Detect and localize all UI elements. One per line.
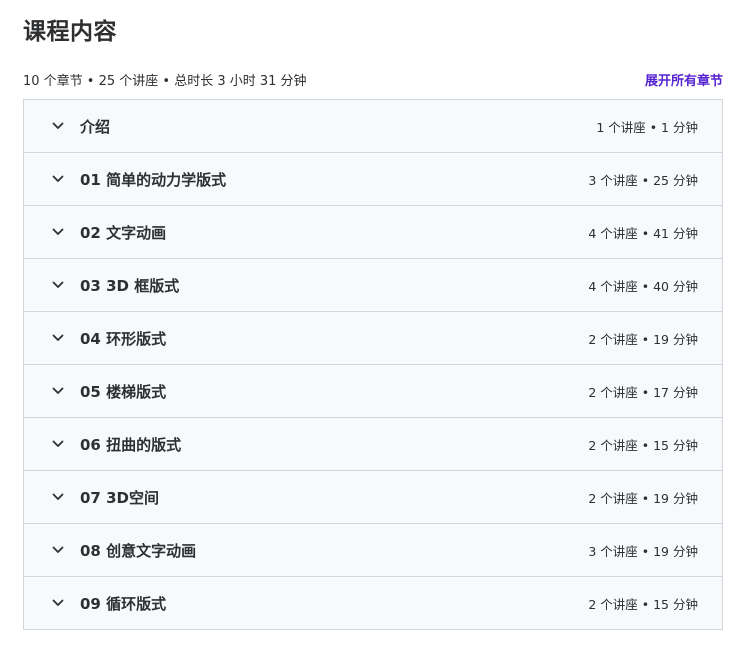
- section-meta: 2 个讲座 • 15 分钟: [588, 437, 698, 453]
- curriculum-summary-bar: 10 个章节 • 25 个讲座 • 总时长 3 小时 31 分钟 展开所有章节: [23, 68, 723, 90]
- section-meta: 3 个讲座 • 19 分钟: [588, 543, 698, 559]
- section-title: 介绍: [80, 117, 111, 136]
- section-title: 08 创意文字动画: [80, 541, 197, 560]
- section-meta: 3 个讲座 • 25 分钟: [588, 172, 698, 188]
- chevron-down-icon: [51, 225, 65, 239]
- section-title: 05 楼梯版式: [80, 382, 167, 401]
- chevron-down-icon: [51, 543, 65, 557]
- section-08[interactable]: 08 创意文字动画 3 个讲座 • 19 分钟: [24, 524, 722, 577]
- chevron-down-icon: [51, 384, 65, 398]
- section-title: 03 3D 框版式: [80, 276, 180, 295]
- section-05[interactable]: 05 楼梯版式 2 个讲座 • 17 分钟: [24, 365, 722, 418]
- chevron-down-icon: [51, 172, 65, 186]
- section-03[interactable]: 03 3D 框版式 4 个讲座 • 40 分钟: [24, 259, 722, 312]
- section-meta: 1 个讲座 • 1 分钟: [596, 119, 698, 135]
- section-title: 04 环形版式: [80, 329, 167, 348]
- section-meta: 2 个讲座 • 19 分钟: [588, 331, 698, 347]
- section-title: 01 简单的动力学版式: [80, 170, 227, 189]
- section-intro[interactable]: 介绍 1 个讲座 • 1 分钟: [24, 100, 722, 153]
- section-02[interactable]: 02 文字动画 4 个讲座 • 41 分钟: [24, 206, 722, 259]
- chevron-down-icon: [51, 331, 65, 345]
- section-01[interactable]: 01 简单的动力学版式 3 个讲座 • 25 分钟: [24, 153, 722, 206]
- chevron-down-icon: [51, 278, 65, 292]
- section-meta: 2 个讲座 • 17 分钟: [588, 384, 698, 400]
- section-title: 02 文字动画: [80, 223, 167, 242]
- section-title: 07 3D空间: [80, 488, 159, 507]
- section-04[interactable]: 04 环形版式 2 个讲座 • 19 分钟: [24, 312, 722, 365]
- section-title: 09 循环版式: [80, 594, 167, 613]
- curriculum-sections: 介绍 1 个讲座 • 1 分钟 01 简单的动力学版式 3 个讲座 • 25 分…: [23, 99, 723, 630]
- section-meta: 4 个讲座 • 40 分钟: [588, 278, 698, 294]
- section-06[interactable]: 06 扭曲的版式 2 个讲座 • 15 分钟: [24, 418, 722, 471]
- section-09[interactable]: 09 循环版式 2 个讲座 • 15 分钟: [24, 577, 722, 629]
- page-title: 课程内容: [23, 19, 117, 45]
- curriculum-summary: 10 个章节 • 25 个讲座 • 总时长 3 小时 31 分钟: [23, 73, 307, 89]
- section-meta: 4 个讲座 • 41 分钟: [588, 225, 698, 241]
- expand-all-sections-button[interactable]: 展开所有章节: [645, 70, 723, 89]
- chevron-down-icon: [51, 119, 65, 133]
- section-meta: 2 个讲座 • 15 分钟: [588, 596, 698, 612]
- section-07[interactable]: 07 3D空间 2 个讲座 • 19 分钟: [24, 471, 722, 524]
- section-meta: 2 个讲座 • 19 分钟: [588, 490, 698, 506]
- chevron-down-icon: [51, 596, 65, 610]
- chevron-down-icon: [51, 437, 65, 451]
- chevron-down-icon: [51, 490, 65, 504]
- section-title: 06 扭曲的版式: [80, 435, 182, 454]
